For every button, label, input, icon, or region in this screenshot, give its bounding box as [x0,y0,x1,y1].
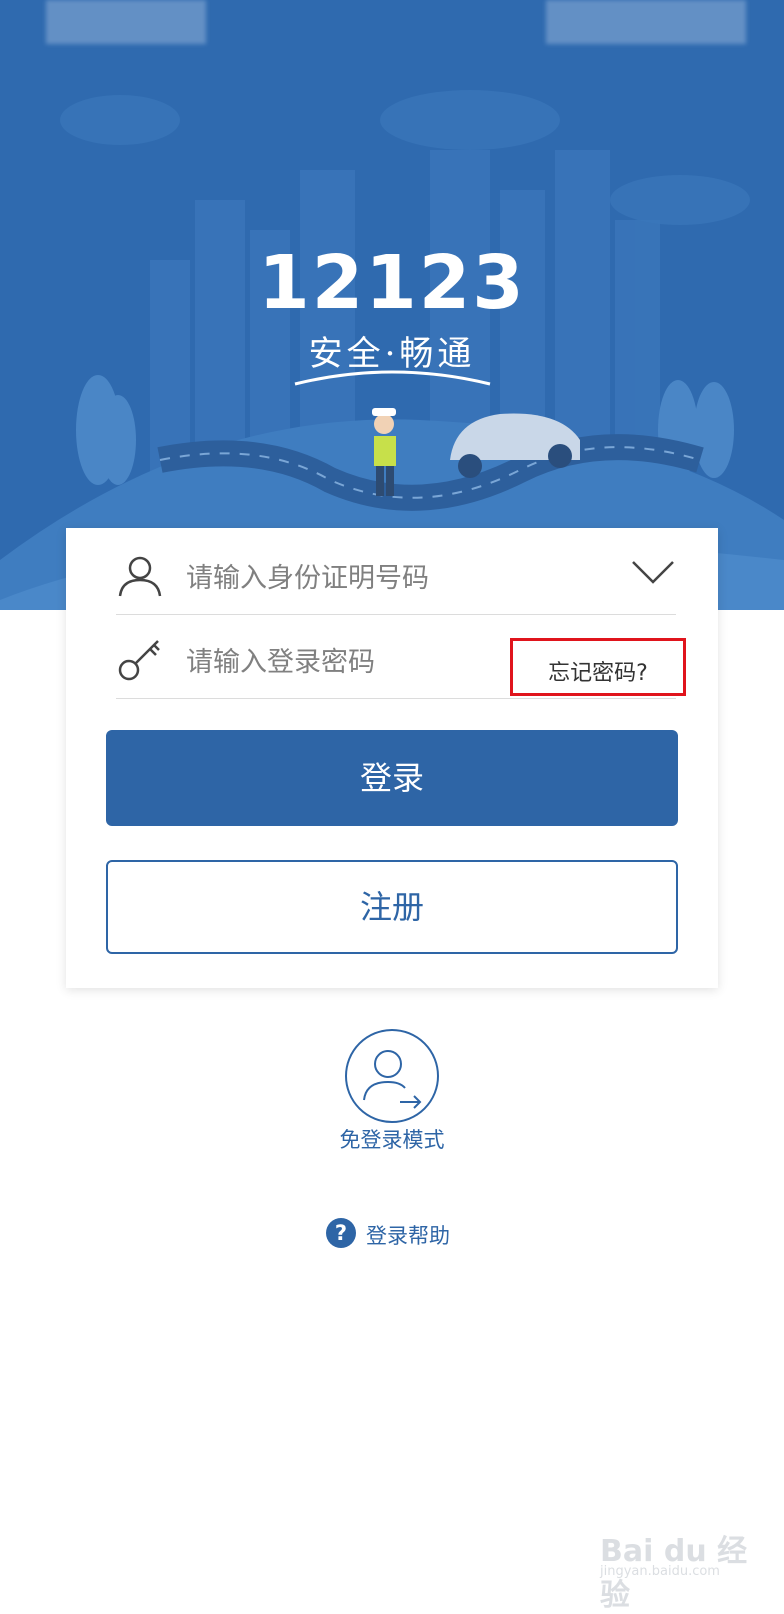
app-logo-number: 12123 [258,240,526,326]
guest-mode-label[interactable]: 免登录模式 [290,1124,494,1154]
status-bar-right-blur [546,0,746,44]
id-number-placeholder: 请输入身份证明号码 [186,563,429,594]
register-button[interactable]: 注册 [106,860,678,954]
header-banner: 12123 安全·畅通 [0,0,784,610]
key-icon [118,640,160,681]
question-icon: ? [326,1218,356,1248]
id-number-field[interactable]: 请输入身份证明号码 [116,528,676,615]
user-icon [118,556,162,597]
chevron-down-icon[interactable] [630,556,676,588]
forgot-password-label: 忘记密码? [548,661,648,686]
forgot-password-link[interactable]: 忘记密码? [510,638,686,696]
login-card: 请输入身份证明号码 请输入登录密码 忘记密码? 登录 注册 [66,528,718,988]
login-button[interactable]: 登录 [106,730,678,826]
app-slogan: 安全·畅通 [308,334,476,374]
watermark-url: jingyan.baidu.com [600,1564,720,1579]
guest-login-icon [345,1029,439,1123]
watermark: Bai du 经验 jingyan.baidu.com [600,1526,770,1613]
login-help-label: 登录帮助 [366,1224,450,1248]
status-bar-left-blur [46,0,206,44]
password-placeholder: 请输入登录密码 [186,647,375,678]
guest-mode-button[interactable] [342,1026,442,1130]
